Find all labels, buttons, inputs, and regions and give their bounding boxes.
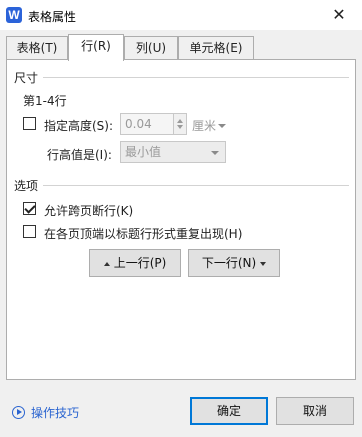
wps-logo-icon: W <box>6 7 22 23</box>
height-value-input[interactable]: 0.04 <box>120 113 174 135</box>
tab-column[interactable]: 列(U) <box>124 36 178 60</box>
specify-height-checkbox[interactable] <box>23 117 36 130</box>
tab-cell[interactable]: 单元格(E) <box>178 36 254 60</box>
cancel-button[interactable]: 取消 <box>276 397 354 425</box>
close-icon[interactable]: ✕ <box>316 0 362 30</box>
spin-up-icon[interactable] <box>177 119 183 123</box>
specify-height-label: 指定高度(S): <box>44 119 114 133</box>
divider <box>43 185 349 186</box>
chevron-down-icon <box>218 124 227 128</box>
repeat-header-checkbox[interactable] <box>23 225 36 238</box>
ok-button[interactable]: 确定 <box>190 397 268 425</box>
unit-label: 厘米 <box>192 119 217 133</box>
tab-table[interactable]: 表格(T) <box>6 36 68 60</box>
size-section-title: 尺寸 <box>14 71 39 85</box>
options-section-title: 选项 <box>14 179 39 193</box>
window-title: 表格属性 <box>28 10 77 24</box>
tips-label: 操作技巧 <box>31 406 80 420</box>
next-row-button[interactable]: 下一行(N) <box>188 249 280 277</box>
repeat-header-label[interactable]: 在各页顶端以标题行形式重复出现(H) <box>44 225 242 242</box>
next-row-label: 下一行(N) <box>201 256 257 270</box>
height-spinner[interactable] <box>173 113 187 135</box>
row-height-mode-select[interactable]: 最小值 <box>120 141 226 163</box>
unit-select[interactable]: 厘米 <box>192 117 227 134</box>
spin-down-icon[interactable] <box>177 125 183 129</box>
allow-break-label[interactable]: 允许跨页断行(K) <box>44 202 133 219</box>
rows-range-label: 第1-4行 <box>23 94 67 108</box>
row-height-is-label: 行高值是(I): <box>47 148 112 162</box>
allow-break-checkbox[interactable] <box>23 202 36 215</box>
prev-row-label: 上一行(P) <box>113 256 167 270</box>
triangle-down-icon <box>260 261 267 266</box>
row-height-mode-value: 最小值 <box>125 145 162 159</box>
tips-link[interactable]: 操作技巧 <box>12 404 79 421</box>
chevron-down-icon <box>211 151 219 155</box>
row-properties-panel: 尺寸 第1-4行 指定高度(S): 0.04 厘米 行高值是(I): 最小值 选… <box>6 59 356 380</box>
divider <box>43 77 349 78</box>
tab-row[interactable]: 行(R) <box>68 34 124 61</box>
play-circle-icon <box>12 406 25 419</box>
title-bar: W 表格属性 ✕ <box>0 0 362 30</box>
triangle-up-icon <box>103 261 110 266</box>
prev-row-button[interactable]: 上一行(P) <box>89 249 181 277</box>
